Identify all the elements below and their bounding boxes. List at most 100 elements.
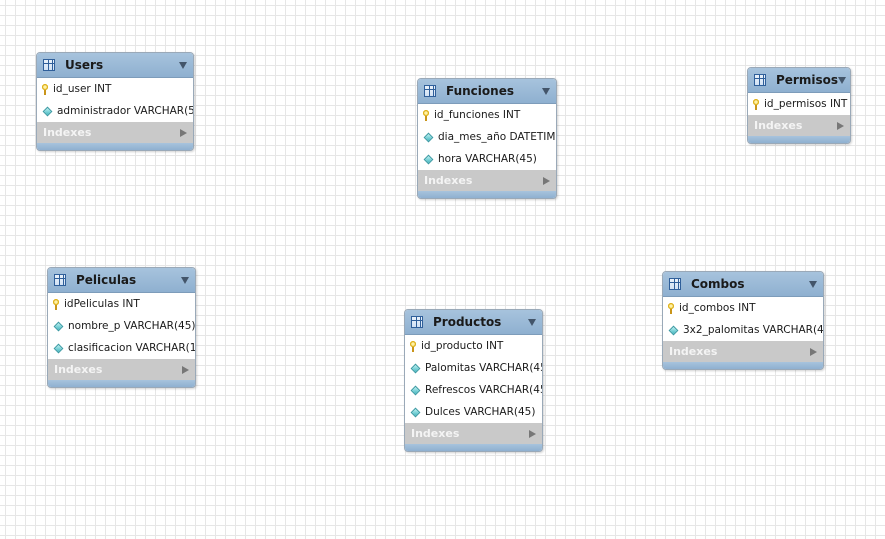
table-header[interactable]: Productos	[405, 310, 542, 335]
column-label: idPeliculas INT	[64, 298, 140, 310]
table-name: Combos	[691, 277, 745, 291]
table-combos[interactable]: Combos id_combos INT 3x2_palomitas VARCHAR…	[662, 271, 824, 370]
column-label: nombre_p VARCHAR(45)	[68, 320, 196, 332]
collapse-arrow-icon[interactable]	[179, 61, 187, 69]
column-label: id_funciones INT	[434, 109, 521, 121]
table-footer	[748, 136, 850, 143]
column-label: Dulces VARCHAR(45)	[425, 406, 536, 418]
collapse-arrow-icon[interactable]	[528, 318, 536, 326]
expand-arrow-icon[interactable]	[529, 429, 536, 438]
expand-arrow-icon[interactable]	[543, 176, 550, 185]
table-icon	[669, 278, 681, 290]
table-icon	[754, 74, 766, 86]
collapse-arrow-icon[interactable]	[542, 87, 550, 95]
table-users[interactable]: Users id_user INT administrador VARCHAR(50…	[36, 52, 194, 151]
indexes-label: Indexes	[424, 174, 473, 187]
primary-key-column[interactable]: id_permisos INT	[748, 93, 850, 115]
column[interactable]: Palomitas VARCHAR(45)	[405, 357, 542, 379]
column-diamond-icon	[410, 407, 421, 417]
column-diamond-icon	[423, 154, 434, 164]
indexes-section[interactable]: Indexes	[418, 170, 556, 191]
indexes-section[interactable]: Indexes	[48, 359, 195, 380]
column-diamond-icon	[410, 363, 421, 373]
column-diamond-icon	[668, 325, 679, 335]
expand-arrow-icon[interactable]	[810, 347, 817, 356]
column[interactable]: administrador VARCHAR(50)	[37, 100, 193, 122]
column-label: id_permisos INT	[764, 98, 848, 110]
column-label: Refrescos VARCHAR(45)	[425, 384, 543, 396]
column-label: id_producto INT	[421, 340, 504, 352]
column-diamond-icon	[410, 385, 421, 395]
column-label: Palomitas VARCHAR(45)	[425, 362, 543, 374]
indexes-label: Indexes	[43, 126, 92, 139]
column[interactable]: hora VARCHAR(45)	[418, 148, 556, 170]
column-label: dia_mes_año DATETIME	[438, 131, 557, 143]
key-icon	[42, 83, 48, 95]
key-icon	[423, 109, 429, 121]
indexes-section[interactable]: Indexes	[405, 423, 542, 444]
indexes-section[interactable]: Indexes	[37, 122, 193, 143]
expand-arrow-icon[interactable]	[180, 128, 187, 137]
table-peliculas[interactable]: Peliculas idPeliculas INT nombre_p VARCHAR…	[47, 267, 196, 388]
column[interactable]: dia_mes_año DATETIME	[418, 126, 556, 148]
key-icon	[753, 98, 759, 110]
expand-arrow-icon[interactable]	[837, 121, 844, 130]
collapse-arrow-icon[interactable]	[181, 276, 189, 284]
key-icon	[668, 302, 674, 314]
column-diamond-icon	[423, 132, 434, 142]
expand-arrow-icon[interactable]	[182, 365, 189, 374]
table-productos[interactable]: Productos id_producto INT Palomitas VARCHA…	[404, 309, 543, 452]
column-diamond-icon	[53, 321, 64, 331]
collapse-arrow-icon[interactable]	[809, 280, 817, 288]
table-header[interactable]: Users	[37, 53, 193, 78]
indexes-section[interactable]: Indexes	[748, 115, 850, 136]
column[interactable]: 3x2_palomitas VARCHAR(45)	[663, 319, 823, 341]
column[interactable]: clasificacion VARCHAR(15)	[48, 337, 195, 359]
indexes-label: Indexes	[411, 427, 460, 440]
table-header[interactable]: Peliculas	[48, 268, 195, 293]
key-icon	[53, 298, 59, 310]
table-permisos[interactable]: Permisos id_permisos INT Indexes	[747, 67, 851, 144]
indexes-label: Indexes	[54, 363, 103, 376]
table-footer	[663, 362, 823, 369]
indexes-section[interactable]: Indexes	[663, 341, 823, 362]
primary-key-column[interactable]: id_producto INT	[405, 335, 542, 357]
table-name: Users	[65, 58, 104, 72]
table-icon	[54, 274, 66, 286]
column[interactable]: Refrescos VARCHAR(45)	[405, 379, 542, 401]
primary-key-column[interactable]: id_funciones INT	[418, 104, 556, 126]
table-funciones[interactable]: Funciones id_funciones INT dia_mes_año DAT…	[417, 78, 557, 199]
table-header[interactable]: Permisos	[748, 68, 850, 93]
collapse-arrow-icon[interactable]	[838, 76, 846, 84]
column-label: administrador VARCHAR(50)	[57, 105, 194, 117]
column-label: clasificacion VARCHAR(15)	[68, 342, 196, 354]
column[interactable]: nombre_p VARCHAR(45)	[48, 315, 195, 337]
column-diamond-icon	[53, 343, 64, 353]
table-footer	[37, 143, 193, 150]
table-icon	[43, 59, 55, 71]
table-footer	[418, 191, 556, 198]
table-header[interactable]: Funciones	[418, 79, 556, 104]
primary-key-column[interactable]: id_combos INT	[663, 297, 823, 319]
column-label: 3x2_palomitas VARCHAR(45)	[683, 324, 824, 336]
table-name: Peliculas	[76, 273, 137, 287]
column-label: id_user INT	[53, 83, 112, 95]
indexes-label: Indexes	[669, 345, 718, 358]
table-icon	[424, 85, 436, 97]
diagram-canvas[interactable]: Users id_user INT administrador VARCHAR(50…	[0, 0, 885, 539]
column-diamond-icon	[42, 106, 53, 116]
primary-key-column[interactable]: id_user INT	[37, 78, 193, 100]
table-name: Productos	[433, 315, 502, 329]
indexes-label: Indexes	[754, 119, 803, 132]
table-icon	[411, 316, 423, 328]
table-header[interactable]: Combos	[663, 272, 823, 297]
column-label: id_combos INT	[679, 302, 756, 314]
column[interactable]: Dulces VARCHAR(45)	[405, 401, 542, 423]
table-footer	[48, 380, 195, 387]
key-icon	[410, 340, 416, 352]
table-name: Permisos	[776, 73, 838, 87]
table-name: Funciones	[446, 84, 514, 98]
primary-key-column[interactable]: idPeliculas INT	[48, 293, 195, 315]
table-footer	[405, 444, 542, 451]
column-label: hora VARCHAR(45)	[438, 153, 537, 165]
